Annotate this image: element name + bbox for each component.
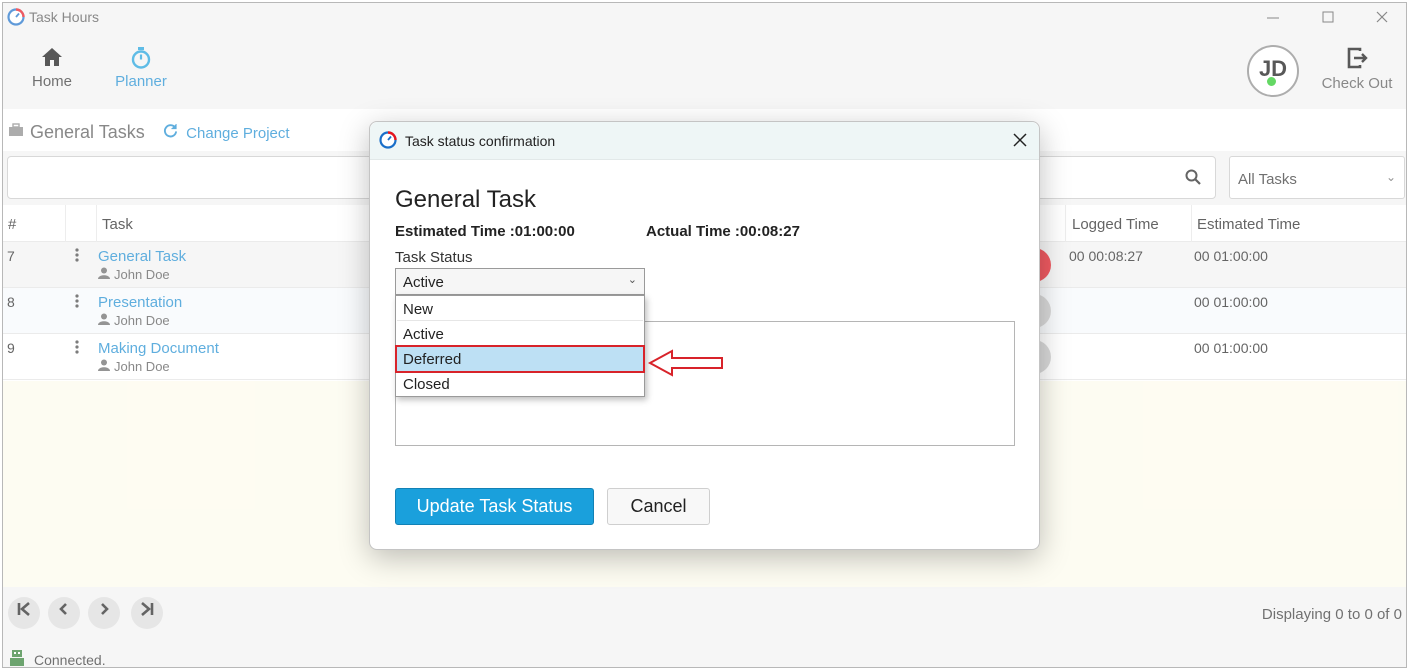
dialog-header: Task status confirmation xyxy=(370,122,1039,160)
dialog-title: Task status confirmation xyxy=(405,133,556,149)
task-status-select[interactable]: Active ⌄ xyxy=(395,268,645,295)
task-status-value: Active xyxy=(403,274,444,291)
cancel-button[interactable]: Cancel xyxy=(607,488,710,525)
dialog-actual-time: Actual Time :00:08:27 xyxy=(646,223,800,240)
task-status-label: Task Status xyxy=(395,249,473,266)
dialog-estimated-time: Estimated Time :01:00:00 xyxy=(395,223,575,240)
task-status-dialog: Task status confirmation General Task Es… xyxy=(369,121,1040,550)
update-task-status-button[interactable]: Update Task Status xyxy=(395,488,594,525)
app-logo-icon xyxy=(379,131,397,154)
highlight-arrow-icon xyxy=(647,348,725,383)
status-option-closed[interactable]: Closed xyxy=(397,372,643,396)
status-option-active[interactable]: Active xyxy=(397,322,643,346)
task-status-options: New Active Deferred Closed xyxy=(395,295,645,397)
dialog-task-name: General Task xyxy=(395,186,536,213)
status-option-deferred[interactable]: Deferred xyxy=(395,345,645,373)
status-option-new[interactable]: New xyxy=(397,297,643,321)
close-icon[interactable] xyxy=(1011,131,1029,154)
chevron-down-icon: ⌄ xyxy=(627,274,637,286)
